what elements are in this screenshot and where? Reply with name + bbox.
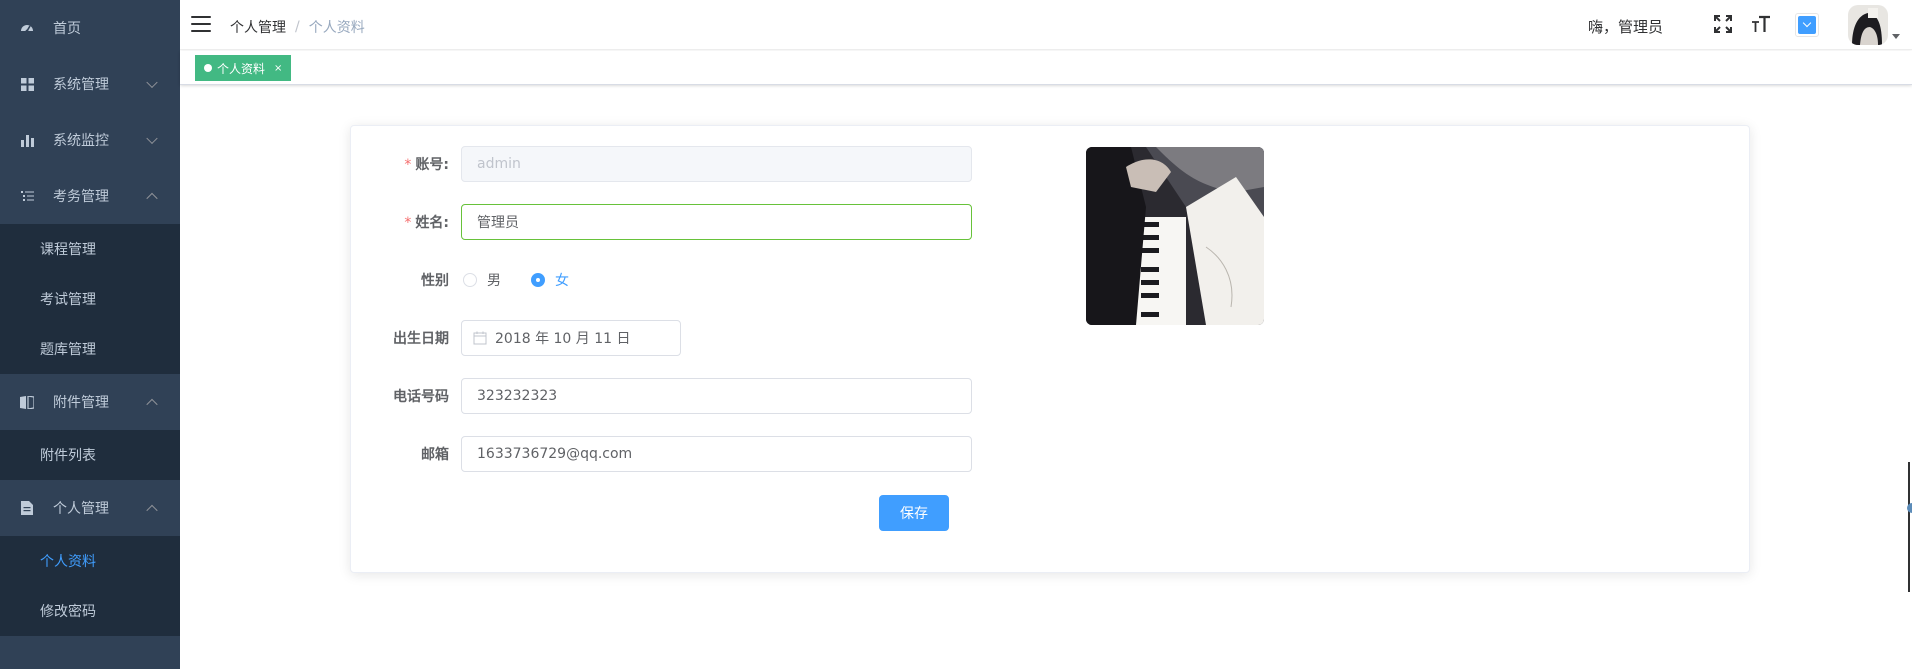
birthday-label: 出生日期 [393,331,449,347]
name-label: * 姓名: [404,215,449,231]
form-row-gender: 性别 男 女 [351,262,599,298]
edge-fragment [1908,462,1912,592]
phone-label: 电话号码 [393,389,449,405]
sidebar-item-attachments[interactable]: 附件管理 [0,374,180,430]
sidebar-item-label: 系统监控 [53,133,109,149]
grid-icon [20,77,34,91]
breadcrumb-separator: / [295,19,300,35]
chevron-up-icon [146,398,158,411]
sidebar-item-change-password[interactable]: 修改密码 [0,586,180,636]
tags-view: 个人资料 × [180,51,1912,85]
breadcrumb: 个人管理 / 个人资料 [230,17,365,37]
radio-circle [531,273,545,287]
sidebar-item-monitor[interactable]: 系统监控 [0,112,180,168]
breadcrumb-item-current: 个人资料 [308,20,365,36]
sidebar-item-personal[interactable]: 个人管理 [0,480,180,536]
breadcrumb-item[interactable]: 个人管理 [230,17,286,37]
close-icon[interactable]: × [274,63,282,74]
email-label: 邮箱 [421,447,449,463]
required-mark: * [404,215,412,231]
hamburger-menu-icon[interactable] [191,16,211,34]
sidebar-item-exam[interactable]: 考试管理 [0,274,180,324]
sidebar-item-course[interactable]: 课程管理 [0,224,180,274]
form-row-phone: 电话号码 323232323 [351,378,972,414]
tag-label: 个人资料 [217,61,266,76]
sidebar-item-label: 首页 [53,21,81,37]
dashboard-icon [20,21,34,35]
phone-input[interactable]: 323232323 [461,378,972,414]
sidebar-item-profile[interactable]: 个人资料 [0,536,180,586]
sidebar-item-question-bank[interactable]: 题库管理 [0,324,180,374]
edge-handle[interactable] [1907,503,1912,513]
fullscreen-icon[interactable] [1714,15,1734,35]
profile-card: * 账号: admin * 姓名: 管理员 性别 男 女 出生日期 2018 年… [350,125,1750,573]
chevron-up-icon [146,504,158,517]
sidebar-item-label: 附件管理 [53,395,109,411]
sidebar-item-label: 考务管理 [53,189,109,205]
radio-label: 男 [487,273,501,289]
gender-radio-group: 男 女 [463,270,599,290]
chevron-up-icon [146,192,158,205]
chevron-down-icon [146,76,158,89]
sidebar-item-attachment-list[interactable]: 附件列表 [0,430,180,480]
theme-color-picker[interactable] [1795,13,1819,37]
required-mark: * [404,157,412,173]
app-root: 首页 系统管理 系统监控 考务管理 课程管理 考试管理 题库管理 附件管理 附件… [0,0,1912,669]
chevron-down-icon [1798,16,1816,34]
avatar-upload-image[interactable] [1086,147,1264,325]
radio-circle [463,273,477,287]
gender-label: 性别 [421,273,449,289]
sidebar-item-system[interactable]: 系统管理 [0,56,180,112]
navbar: 个人管理 / 个人资料 嗨，管理员 [180,0,1912,50]
birthday-value: 2018 年 10 月 11 日 [495,331,631,347]
font-size-icon[interactable] [1751,15,1771,35]
greeting-text: 嗨，管理员 [1588,18,1664,36]
gender-radio-male[interactable]: 男 [463,270,501,290]
name-input[interactable]: 管理员 [461,204,972,240]
list-icon [20,189,34,203]
sidebar: 首页 系统管理 系统监控 考务管理 课程管理 考试管理 题库管理 附件管理 附件… [0,0,180,669]
form-row-name: * 姓名: 管理员 [351,204,972,240]
chevron-down-icon [146,132,158,145]
gender-radio-female[interactable]: 女 [531,270,569,290]
form-row-email: 邮箱 1633736729@qq.com [351,436,972,472]
form-row-birthday: 出生日期 2018 年 10 月 11 日 [351,320,681,356]
avatar[interactable] [1848,5,1888,45]
document-icon [20,501,34,515]
sidebar-item-exam-affairs[interactable]: 考务管理 [0,168,180,224]
submenu-attachments: 附件列表 [0,430,180,480]
book-icon [20,395,34,409]
caret-down-icon[interactable] [1892,34,1900,39]
account-input[interactable]: admin [461,146,972,182]
birthday-date-picker[interactable]: 2018 年 10 月 11 日 [461,320,681,356]
sidebar-item-home[interactable]: 首页 [0,0,180,56]
save-button[interactable]: 保存 [879,495,949,531]
account-label: * 账号: [404,157,449,173]
sidebar-item-label: 系统管理 [53,77,109,93]
bar-chart-icon [20,133,34,147]
sidebar-item-label: 个人管理 [53,501,109,517]
tag-profile[interactable]: 个人资料 × [195,55,292,81]
email-input[interactable]: 1633736729@qq.com [461,436,972,472]
radio-label: 女 [555,273,569,289]
submenu-exam-affairs: 课程管理 考试管理 题库管理 [0,224,180,374]
form-row-account: * 账号: admin [351,146,972,182]
calendar-icon [473,331,487,345]
active-dot-icon [204,64,212,72]
submenu-personal: 个人资料 修改密码 [0,536,180,636]
